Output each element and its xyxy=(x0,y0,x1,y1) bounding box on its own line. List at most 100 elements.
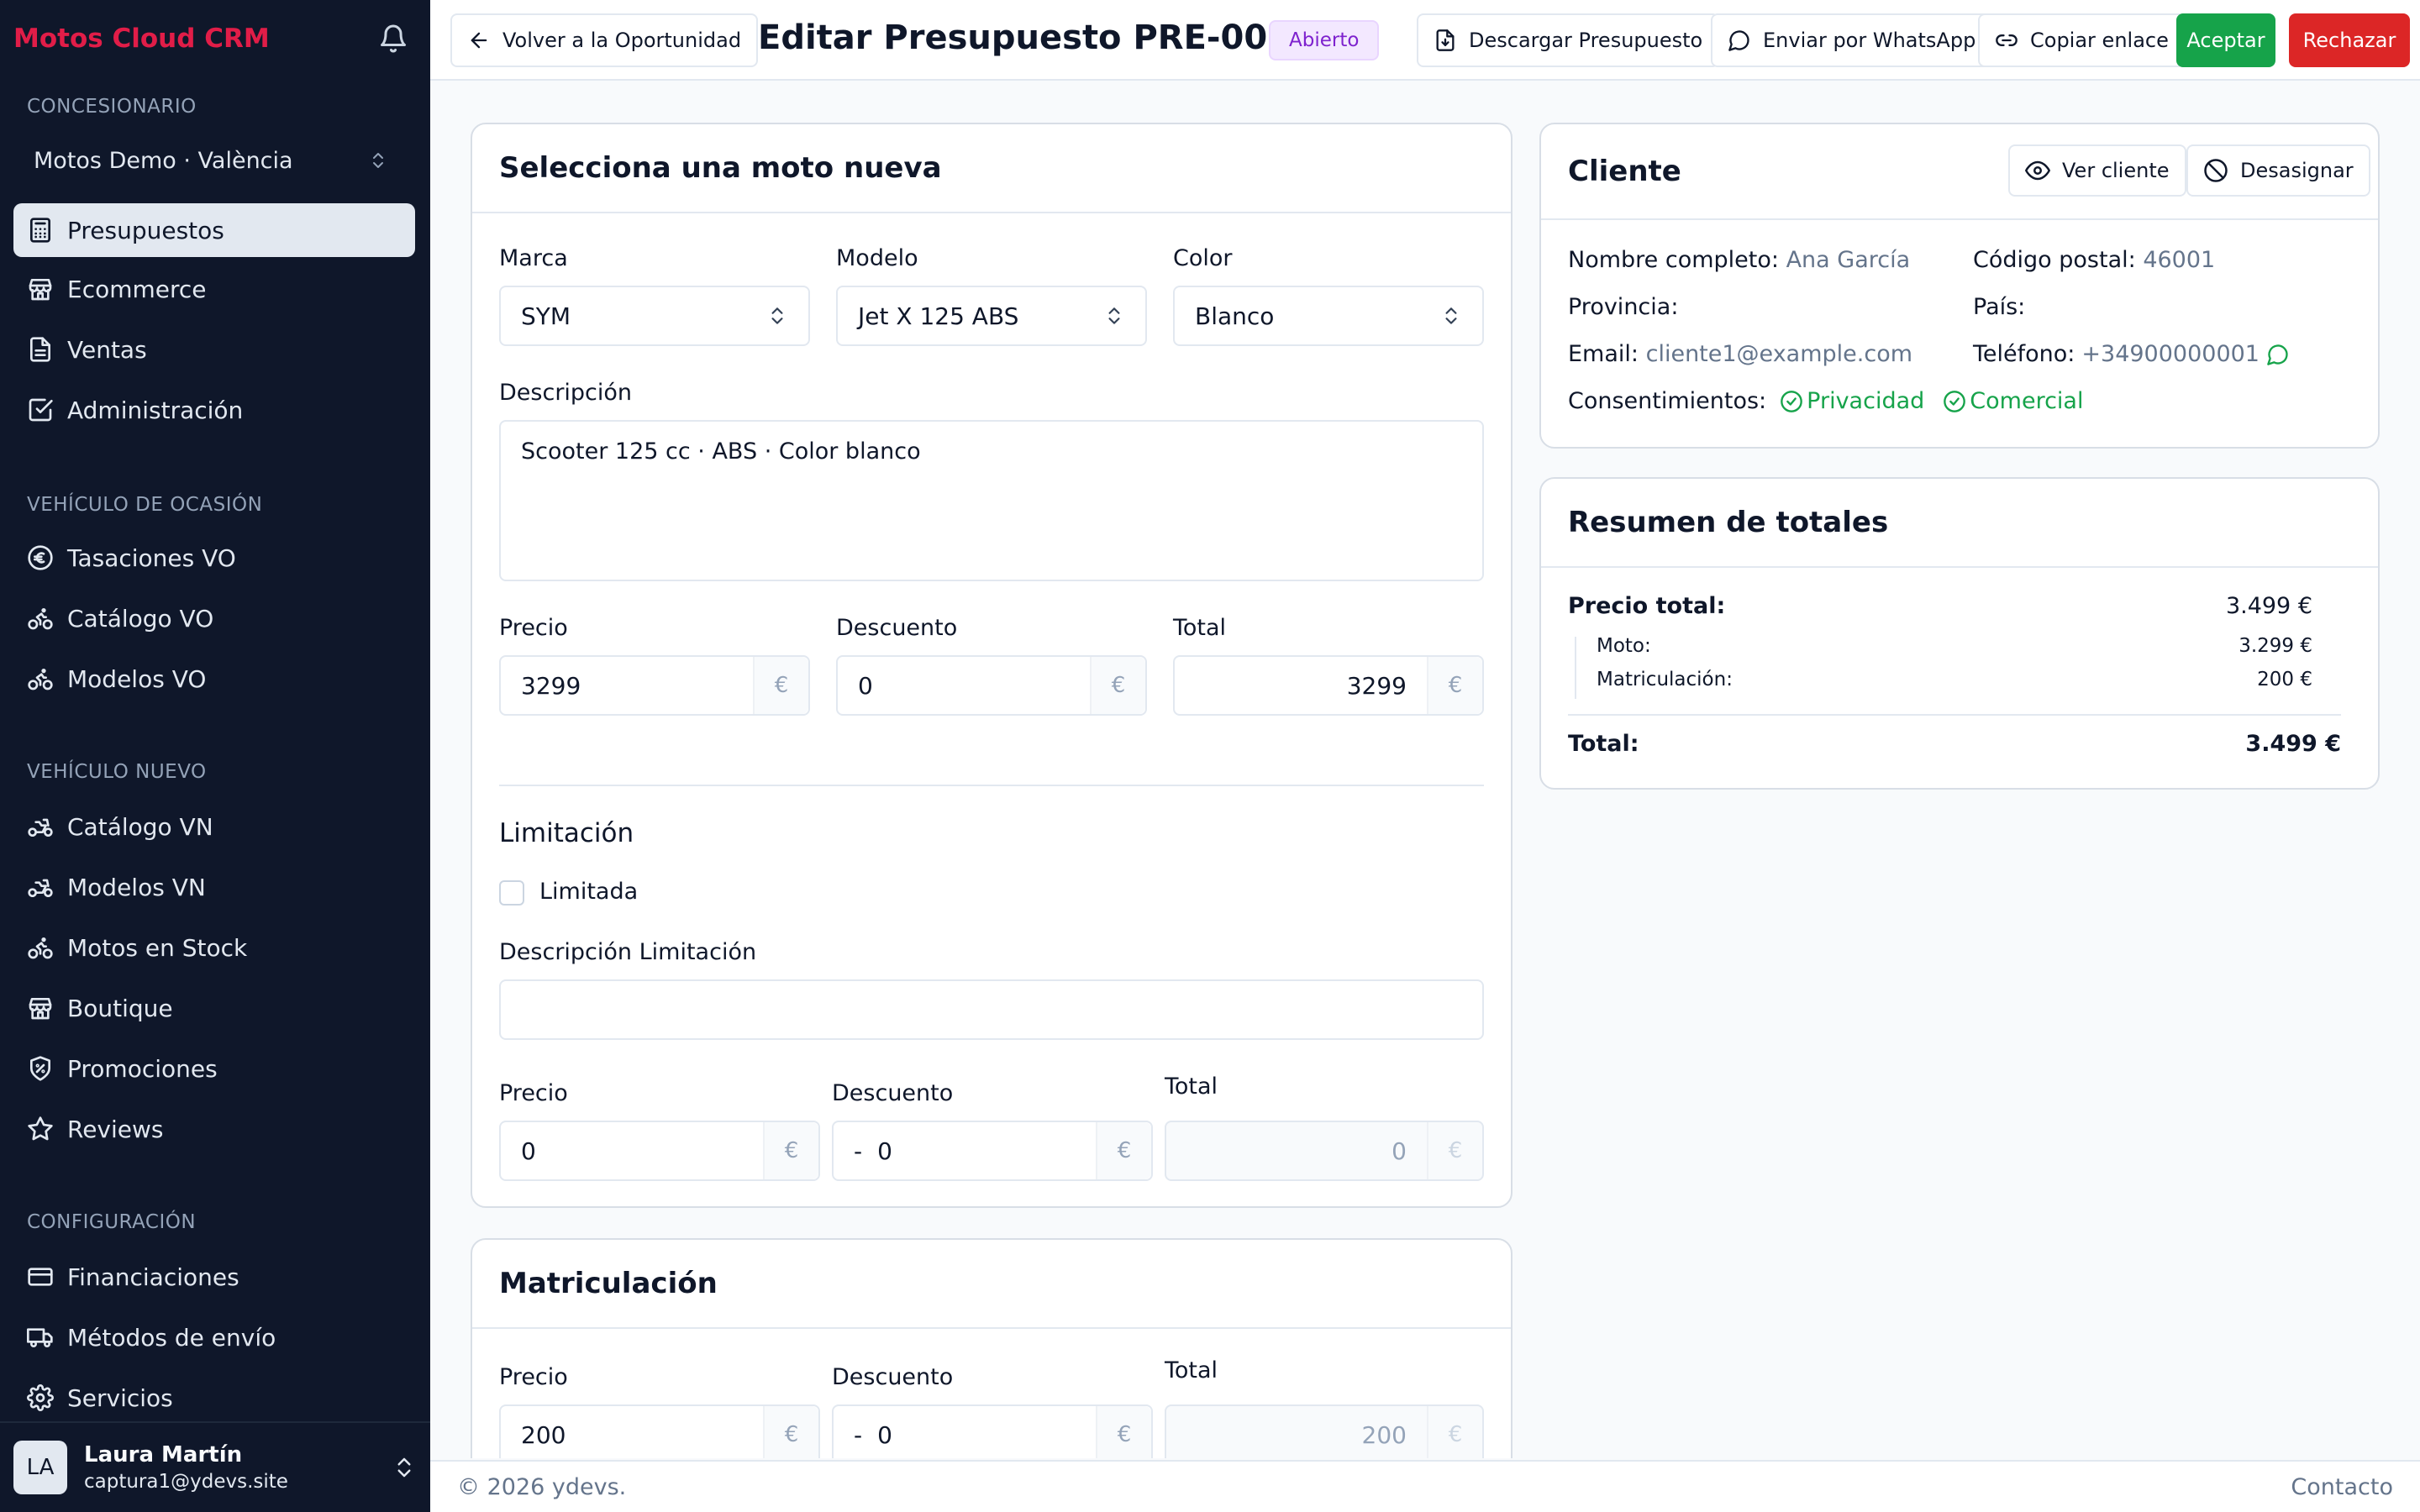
user-name: Laura Martín xyxy=(84,1442,243,1467)
whatsapp-button[interactable]: Enviar por WhatsApp xyxy=(1711,13,1993,67)
sidebar-item-ecommerce[interactable]: Ecommerce xyxy=(13,262,415,316)
model-select[interactable]: Jet X 125 ABS xyxy=(836,286,1147,346)
sidebar-item-administracion[interactable]: Administración xyxy=(13,383,415,437)
client-email-label: Email: xyxy=(1568,341,1639,367)
sidebar-item-label: Financiaciones xyxy=(67,1263,239,1291)
download-budget-button[interactable]: Descargar Presupuesto xyxy=(1417,13,1720,67)
whatsapp-icon[interactable] xyxy=(2266,343,2290,366)
limited-checkbox-label: Limitada xyxy=(539,879,639,905)
sidebar-item-label: Modelos VN xyxy=(67,873,206,901)
discount-input[interactable]: 0 € xyxy=(836,655,1147,716)
calculator-icon xyxy=(27,217,54,244)
bell-icon[interactable] xyxy=(378,24,408,54)
footer: © 2026 ydevs. Contacto xyxy=(430,1460,2420,1512)
gear-icon xyxy=(27,1384,54,1411)
check-square-icon xyxy=(27,396,54,423)
limited-checkbox[interactable] xyxy=(499,880,524,906)
totals-card-title: Resumen de totales xyxy=(1568,506,1889,539)
bike-icon xyxy=(27,665,54,692)
sidebar: Motos Cloud CRM CONCESIONARIO Motos Demo… xyxy=(0,0,430,1512)
price-total-value: 3.499 € xyxy=(2225,593,2312,619)
page-title: Editar Presupuesto PRE-00040 xyxy=(758,18,1338,57)
brand-select[interactable]: SYM xyxy=(499,286,810,346)
contact-link[interactable]: Contacto xyxy=(2291,1474,2393,1500)
chevrons-up-down-icon xyxy=(1440,305,1462,327)
unassign-client-button[interactable]: Desasignar xyxy=(2186,144,2370,197)
client-phone-value[interactable]: +34900000001 xyxy=(2081,341,2260,367)
currency-suffix: € xyxy=(763,1122,818,1179)
sidebar-item-modelos-vo[interactable]: Modelos VO xyxy=(13,652,415,706)
message-circle-icon xyxy=(1728,29,1763,52)
limitation-total-value: 0 xyxy=(1392,1137,1407,1165)
sidebar-item-label: Reviews xyxy=(67,1115,164,1143)
sidebar-item-presupuestos[interactable]: Presupuestos xyxy=(13,203,415,257)
sidebar-item-boutique[interactable]: Boutique xyxy=(13,981,415,1035)
view-client-label: Ver cliente xyxy=(2062,159,2170,182)
brand-bar: Motos Cloud CRM xyxy=(13,22,408,55)
back-button[interactable]: Volver a la Oportunidad xyxy=(450,13,759,67)
sidebar-item-tasaciones-vo[interactable]: Tasaciones VO xyxy=(13,531,415,585)
brand-label: Marca xyxy=(499,245,568,271)
currency-suffix: € xyxy=(753,657,808,714)
client-phone-label: Teléfono: xyxy=(1973,341,2075,367)
registration-card-header: Matriculación xyxy=(472,1240,1511,1329)
description-textarea[interactable]: Scooter 125 cc · ABS · Color blanco xyxy=(499,420,1484,581)
user-menu[interactable]: LA Laura Martín captura1@ydevs.site xyxy=(0,1421,430,1512)
registration-total-value: 200 xyxy=(1361,1420,1407,1449)
unassign-client-label: Desasignar xyxy=(2240,159,2354,182)
dealer-selector[interactable]: Motos Demo · València xyxy=(13,136,408,185)
sidebar-item-metodos-envio[interactable]: Métodos de envío xyxy=(13,1310,415,1364)
totals-divider xyxy=(1568,714,2341,716)
client-email-value[interactable]: cliente1@example.com xyxy=(1646,341,1912,367)
sidebar-item-label: Administración xyxy=(67,396,244,424)
brand-select-value: SYM xyxy=(521,302,571,330)
sidebar-item-motos-en-stock[interactable]: Motos en Stock xyxy=(13,921,415,974)
star-icon xyxy=(27,1116,54,1142)
client-consent-label: Consentimientos: xyxy=(1568,388,1767,414)
minus-prefix: - xyxy=(854,1420,863,1449)
arrow-left-icon xyxy=(467,29,502,52)
sidebar-item-ventas[interactable]: Ventas xyxy=(13,323,415,376)
check-circle-icon xyxy=(1780,390,1807,413)
sidebar-item-reviews[interactable]: Reviews xyxy=(13,1102,415,1156)
description-label: Descripción xyxy=(499,380,633,406)
price-input[interactable]: 3299 € xyxy=(499,655,810,716)
price-input-value: 3299 xyxy=(521,671,581,700)
copy-link-button[interactable]: Copiar enlace xyxy=(1978,13,2186,67)
registration-price-input[interactable]: 200 € xyxy=(499,1404,820,1458)
color-label: Color xyxy=(1173,245,1233,271)
consent-privacy-label: Privacidad xyxy=(1807,388,1925,414)
limitation-description-label: Descripción Limitación xyxy=(499,939,757,965)
sidebar-item-catalogo-vo[interactable]: Catálogo VO xyxy=(13,591,415,645)
color-select[interactable]: Blanco xyxy=(1173,286,1484,346)
sidebar-item-promociones[interactable]: Promociones xyxy=(13,1042,415,1095)
dealer-name: Motos Demo · València xyxy=(34,147,293,174)
euro-circle-icon xyxy=(27,544,54,571)
limitation-price-input[interactable]: 0 € xyxy=(499,1121,820,1181)
sidebar-item-label: Métodos de envío xyxy=(67,1323,276,1352)
model-label: Modelo xyxy=(836,245,918,271)
app-logo[interactable]: Motos Cloud CRM xyxy=(13,24,270,54)
back-button-label: Volver a la Oportunidad xyxy=(502,29,742,52)
sidebar-item-servicios[interactable]: Servicios xyxy=(13,1371,415,1425)
store-icon xyxy=(27,276,54,302)
sidebar-item-modelos-vn[interactable]: Modelos VN xyxy=(13,860,415,914)
section-title-dealer: CONCESIONARIO xyxy=(27,96,197,118)
limitation-discount-input[interactable]: - 0 € xyxy=(832,1121,1153,1181)
sidebar-item-financiaciones[interactable]: Financiaciones xyxy=(13,1250,415,1304)
registration-discount-input[interactable]: - 0 € xyxy=(832,1404,1153,1458)
sidebar-item-label: Catálogo VN xyxy=(67,812,213,841)
sidebar-item-catalogo-vn[interactable]: Catálogo VN xyxy=(13,800,415,853)
grand-total-row: Total: 3.499 € xyxy=(1568,731,2341,757)
reject-button[interactable]: Rechazar xyxy=(2289,13,2410,67)
view-client-button[interactable]: Ver cliente xyxy=(2008,144,2186,197)
credit-card-icon xyxy=(27,1263,54,1290)
sidebar-item-label: Tasaciones VO xyxy=(67,543,236,572)
price-total-label: Precio total: xyxy=(1568,593,1726,619)
accept-button[interactable]: Aceptar xyxy=(2176,13,2275,67)
total-input[interactable]: 3299 € xyxy=(1173,655,1484,716)
limitation-description-input[interactable] xyxy=(499,979,1484,1040)
ban-icon xyxy=(2203,158,2240,183)
consent-commercial-label: Comercial xyxy=(1970,388,2084,414)
limitation-discount-field: - 0 xyxy=(834,1122,1096,1179)
